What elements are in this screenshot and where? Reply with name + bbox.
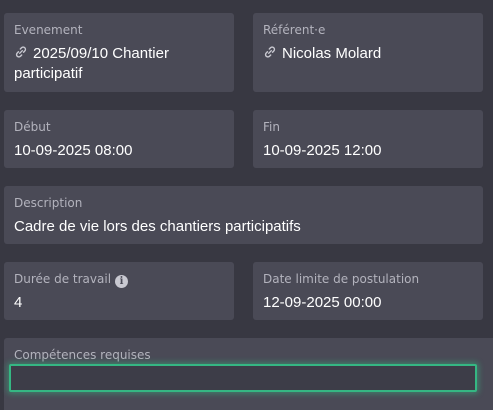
event-details-form: Evenement 2025/09/10 Chantier participat… bbox=[0, 0, 493, 410]
description-value: Cadre de vie lors des chantiers particip… bbox=[14, 218, 301, 235]
referent-card: Référent·e Nicolas Molard bbox=[253, 13, 483, 92]
description-card: Description Cadre de vie lors des chanti… bbox=[4, 186, 483, 244]
end-card: Fin 10-09-2025 12:00 bbox=[253, 110, 483, 168]
work-duration-value: 4 bbox=[14, 294, 23, 311]
end-label: Fin bbox=[263, 120, 280, 134]
skills-label: Compétences requises bbox=[14, 348, 151, 362]
start-card: Début 10-09-2025 08:00 bbox=[4, 110, 234, 168]
link-icon bbox=[15, 46, 27, 58]
application-deadline-label: Date limite de postulation bbox=[263, 272, 420, 286]
start-value: 10-09-2025 08:00 bbox=[14, 142, 133, 159]
event-card: Evenement 2025/09/10 Chantier participat… bbox=[4, 13, 234, 92]
end-value: 10-09-2025 12:00 bbox=[263, 142, 382, 159]
description-label: Description bbox=[14, 196, 83, 210]
event-label: Evenement bbox=[14, 23, 83, 37]
event-value-line2[interactable]: participatif bbox=[14, 65, 82, 82]
work-duration-card: Durée de travail i 4 bbox=[4, 262, 234, 320]
referent-label: Référent·e bbox=[263, 23, 326, 37]
skills-input[interactable] bbox=[9, 364, 477, 392]
event-link[interactable]: 2025/09/10 Chantier participatif bbox=[14, 44, 224, 84]
event-value-line1[interactable]: 2025/09/10 Chantier bbox=[33, 45, 169, 62]
info-icon[interactable]: i bbox=[115, 275, 129, 288]
application-deadline-value: 12-09-2025 00:00 bbox=[263, 294, 382, 311]
referent-value[interactable]: Nicolas Molard bbox=[282, 45, 381, 62]
application-deadline-card: Date limite de postulation 12-09-2025 00… bbox=[253, 262, 483, 320]
work-duration-label-row: Durée de travail i bbox=[14, 272, 129, 288]
work-duration-label: Durée de travail bbox=[14, 272, 112, 286]
link-icon bbox=[264, 46, 276, 58]
start-label: Début bbox=[14, 120, 51, 134]
referent-link[interactable]: Nicolas Molard bbox=[263, 44, 473, 64]
